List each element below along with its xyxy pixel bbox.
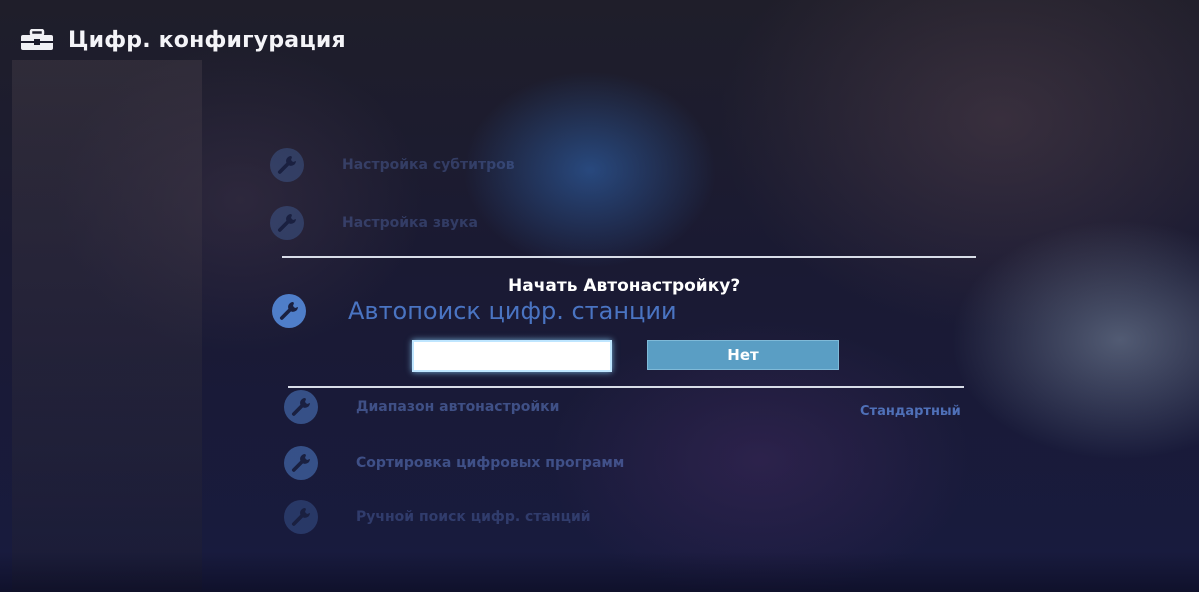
wrench-icon (284, 500, 318, 534)
dialog-title: Начать Автонастройку? (508, 276, 741, 296)
menu-item-auto-range[interactable]: Диапазон автонастройки (284, 390, 559, 424)
menu-item-label: Ручной поиск цифр. станций (356, 509, 591, 525)
menu-item-audio[interactable]: Настройка звука (270, 206, 478, 240)
menu-item-label: Автопоиск цифр. станции (348, 297, 677, 325)
dialog-top-divider (282, 256, 976, 258)
background-band (0, 552, 1199, 592)
menu-item-manual-search[interactable]: Ручной поиск цифр. станций (284, 500, 591, 534)
page-title: Цифр. конфигурация (68, 27, 346, 53)
background-column (12, 60, 202, 592)
menu-item-label: Сортировка цифровых программ (356, 455, 625, 471)
auto-range-value: Стандартный (860, 404, 961, 419)
wrench-icon (270, 148, 304, 182)
tv-screen: Цифр. конфигурация Настройка субтитров Н… (0, 0, 1199, 592)
wrench-icon (270, 206, 304, 240)
dialog-bottom-divider (288, 386, 964, 388)
menu-header: Цифр. конфигурация (20, 24, 346, 56)
menu-item-label: Диапазон автонастройки (356, 399, 560, 415)
wrench-icon (284, 446, 318, 480)
menu-item-label: Настройка звука (342, 215, 478, 231)
menu-item-label: Настройка субтитров (342, 157, 515, 173)
no-button[interactable]: Нет (647, 340, 839, 370)
menu-item-subtitles[interactable]: Настройка субтитров (270, 148, 515, 182)
menu-item-sort[interactable]: Сортировка цифровых программ (284, 446, 624, 480)
menu-item-auto-search[interactable]: Автопоиск цифр. станции (272, 294, 677, 328)
toolbox-icon (21, 29, 53, 50)
wrench-icon (284, 390, 318, 424)
wrench-icon (272, 294, 306, 328)
yes-button[interactable] (412, 340, 612, 372)
